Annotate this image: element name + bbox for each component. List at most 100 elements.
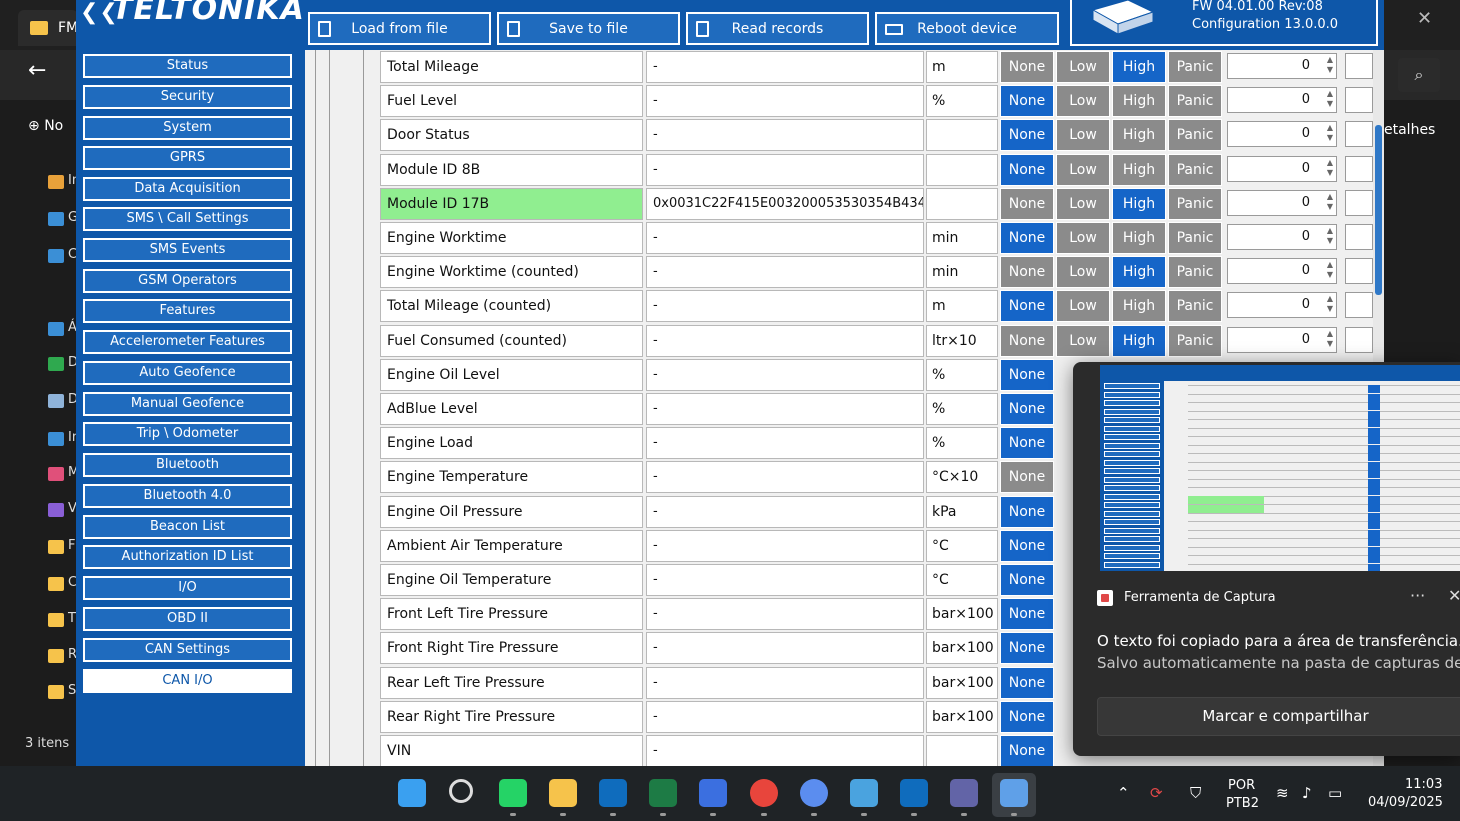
back-arrow-icon[interactable]: ← xyxy=(28,58,46,83)
extra-field[interactable] xyxy=(1345,87,1373,114)
stepper-arrows-icon[interactable]: ▲ ▼ xyxy=(1323,329,1333,351)
operand-stepper[interactable]: 0 ▲ ▼ xyxy=(1227,121,1337,148)
clock-time[interactable]: 11:03 xyxy=(1405,777,1442,792)
whatsapp-icon[interactable] xyxy=(499,779,527,807)
sidebar-item[interactable]: In xyxy=(48,430,80,448)
more-options-icon[interactable]: ··· xyxy=(1410,586,1425,605)
priority-low-button[interactable]: Low xyxy=(1056,153,1110,186)
file-explorer-icon[interactable] xyxy=(549,779,577,807)
priority-panic-button[interactable]: Panic xyxy=(1168,153,1222,186)
priority-low-button[interactable]: Low xyxy=(1056,256,1110,289)
menu-item-can-settings[interactable]: CAN Settings xyxy=(83,638,292,662)
priority-high-button[interactable]: High xyxy=(1112,119,1166,152)
priority-none-button[interactable]: None xyxy=(1000,393,1054,425)
menu-item-features[interactable]: Features xyxy=(83,299,292,323)
priority-low-button[interactable]: Low xyxy=(1056,324,1110,357)
priority-high-button[interactable]: High xyxy=(1112,256,1166,289)
extra-field[interactable] xyxy=(1345,224,1373,250)
priority-high-button[interactable]: High xyxy=(1112,324,1166,357)
notepad-icon[interactable] xyxy=(850,779,878,807)
menu-item-system[interactable]: System xyxy=(83,116,292,140)
priority-high-button[interactable]: High xyxy=(1112,187,1166,220)
show-hidden-icons-icon[interactable]: ⌃ xyxy=(1117,784,1130,802)
volume-icon[interactable]: ♪ xyxy=(1302,784,1312,802)
extra-field[interactable] xyxy=(1345,258,1373,285)
new-button[interactable]: ⊕ No xyxy=(28,118,63,134)
sidebar-item[interactable]: Á xyxy=(48,320,78,338)
priority-high-button[interactable]: High xyxy=(1112,153,1166,186)
stepper-arrows-icon[interactable]: ▲ ▼ xyxy=(1323,294,1333,316)
menu-item-can-i-o[interactable]: CAN I/O xyxy=(83,669,292,693)
battery-icon[interactable]: ▭ xyxy=(1328,784,1342,802)
sidebar-item[interactable]: T xyxy=(48,611,78,629)
stepper-arrows-icon[interactable]: ▲ ▼ xyxy=(1323,55,1333,77)
menu-item-sms-call-settings[interactable]: SMS \ Call Settings xyxy=(83,207,292,231)
menu-item-status[interactable]: Status xyxy=(83,54,292,78)
extra-field[interactable] xyxy=(1345,155,1373,182)
search-icon[interactable]: ⌕ xyxy=(1398,58,1440,92)
priority-none-button[interactable]: None xyxy=(1000,290,1054,323)
menu-item-trip-odometer[interactable]: Trip \ Odometer xyxy=(83,422,292,446)
priority-low-button[interactable]: Low xyxy=(1056,119,1110,152)
screenshot-thumbnail[interactable] xyxy=(1100,365,1460,571)
extra-field[interactable] xyxy=(1345,53,1373,79)
excel-icon[interactable] xyxy=(649,779,677,807)
priority-panic-button[interactable]: Panic xyxy=(1168,256,1222,289)
outlook-new-icon[interactable] xyxy=(900,779,928,807)
priority-panic-button[interactable]: Panic xyxy=(1168,187,1222,220)
priority-panic-button[interactable]: Panic xyxy=(1168,85,1222,118)
menu-item-data-acquisition[interactable]: Data Acquisition xyxy=(83,177,292,201)
sidebar-item[interactable]: F xyxy=(48,538,78,556)
priority-none-button[interactable]: None xyxy=(1000,358,1054,391)
extra-field[interactable] xyxy=(1345,292,1373,319)
priority-none-button[interactable]: None xyxy=(1000,187,1054,220)
operand-stepper[interactable]: 0 ▲ ▼ xyxy=(1227,224,1337,250)
priority-high-button[interactable]: High xyxy=(1112,85,1166,118)
operand-stepper[interactable]: 0 ▲ ▼ xyxy=(1227,292,1337,319)
clock-date[interactable]: 04/09/2025 xyxy=(1368,795,1443,810)
mark-and-share-button[interactable]: Marcar e compartilhar xyxy=(1097,697,1460,736)
wifi-icon[interactable]: ≋ xyxy=(1276,784,1289,802)
extra-field[interactable] xyxy=(1345,189,1373,216)
start-icon[interactable] xyxy=(398,779,426,807)
extra-field[interactable] xyxy=(1345,121,1373,148)
sidebar-item[interactable]: R xyxy=(48,647,78,665)
sidebar-item[interactable]: D xyxy=(48,355,78,373)
stepper-arrows-icon[interactable]: ▲ ▼ xyxy=(1323,123,1333,145)
priority-none-button[interactable]: None xyxy=(1000,427,1054,460)
priority-none-button[interactable]: None xyxy=(1000,51,1054,83)
stepper-arrows-icon[interactable]: ▲ ▼ xyxy=(1323,260,1333,282)
priority-none-button[interactable]: None xyxy=(1000,222,1054,254)
load-from-file-button[interactable]: Load from file xyxy=(308,12,491,45)
app-icon[interactable] xyxy=(699,779,727,807)
priority-none-button[interactable]: None xyxy=(1000,632,1054,665)
priority-panic-button[interactable]: Panic xyxy=(1168,222,1222,254)
stepper-arrows-icon[interactable]: ▲ ▼ xyxy=(1323,226,1333,248)
sidebar-item[interactable]: C xyxy=(48,247,78,265)
teams-icon[interactable] xyxy=(950,779,978,807)
operand-stepper[interactable]: 0 ▲ ▼ xyxy=(1227,258,1337,285)
menu-item-gprs[interactable]: GPRS xyxy=(83,146,292,170)
chrome-icon[interactable] xyxy=(750,779,778,807)
priority-panic-button[interactable]: Panic xyxy=(1168,324,1222,357)
priority-none-button[interactable]: None xyxy=(1000,735,1054,767)
priority-none-button[interactable]: None xyxy=(1000,461,1054,494)
priority-low-button[interactable]: Low xyxy=(1056,222,1110,254)
priority-high-button[interactable]: High xyxy=(1112,51,1166,83)
read-records-button[interactable]: Read records xyxy=(686,12,869,45)
keyboard-layout[interactable]: PTB2 xyxy=(1226,796,1259,811)
sidebar-item[interactable]: C xyxy=(48,575,78,593)
sidebar-item[interactable]: V xyxy=(48,501,78,519)
priority-none-button[interactable]: None xyxy=(1000,324,1054,357)
priority-none-button[interactable]: None xyxy=(1000,119,1054,152)
menu-item-manual-geofence[interactable]: Manual Geofence xyxy=(83,392,292,416)
operand-stepper[interactable]: 0 ▲ ▼ xyxy=(1227,189,1337,216)
priority-none-button[interactable]: None xyxy=(1000,529,1054,562)
outlook-icon[interactable] xyxy=(599,779,627,807)
operand-stepper[interactable]: 0 ▲ ▼ xyxy=(1227,87,1337,114)
extra-field[interactable] xyxy=(1345,326,1373,353)
messenger-icon[interactable] xyxy=(800,779,828,807)
priority-none-button[interactable]: None xyxy=(1000,666,1054,699)
priority-none-button[interactable]: None xyxy=(1000,85,1054,118)
menu-item-authorization-id-list[interactable]: Authorization ID List xyxy=(83,545,292,569)
